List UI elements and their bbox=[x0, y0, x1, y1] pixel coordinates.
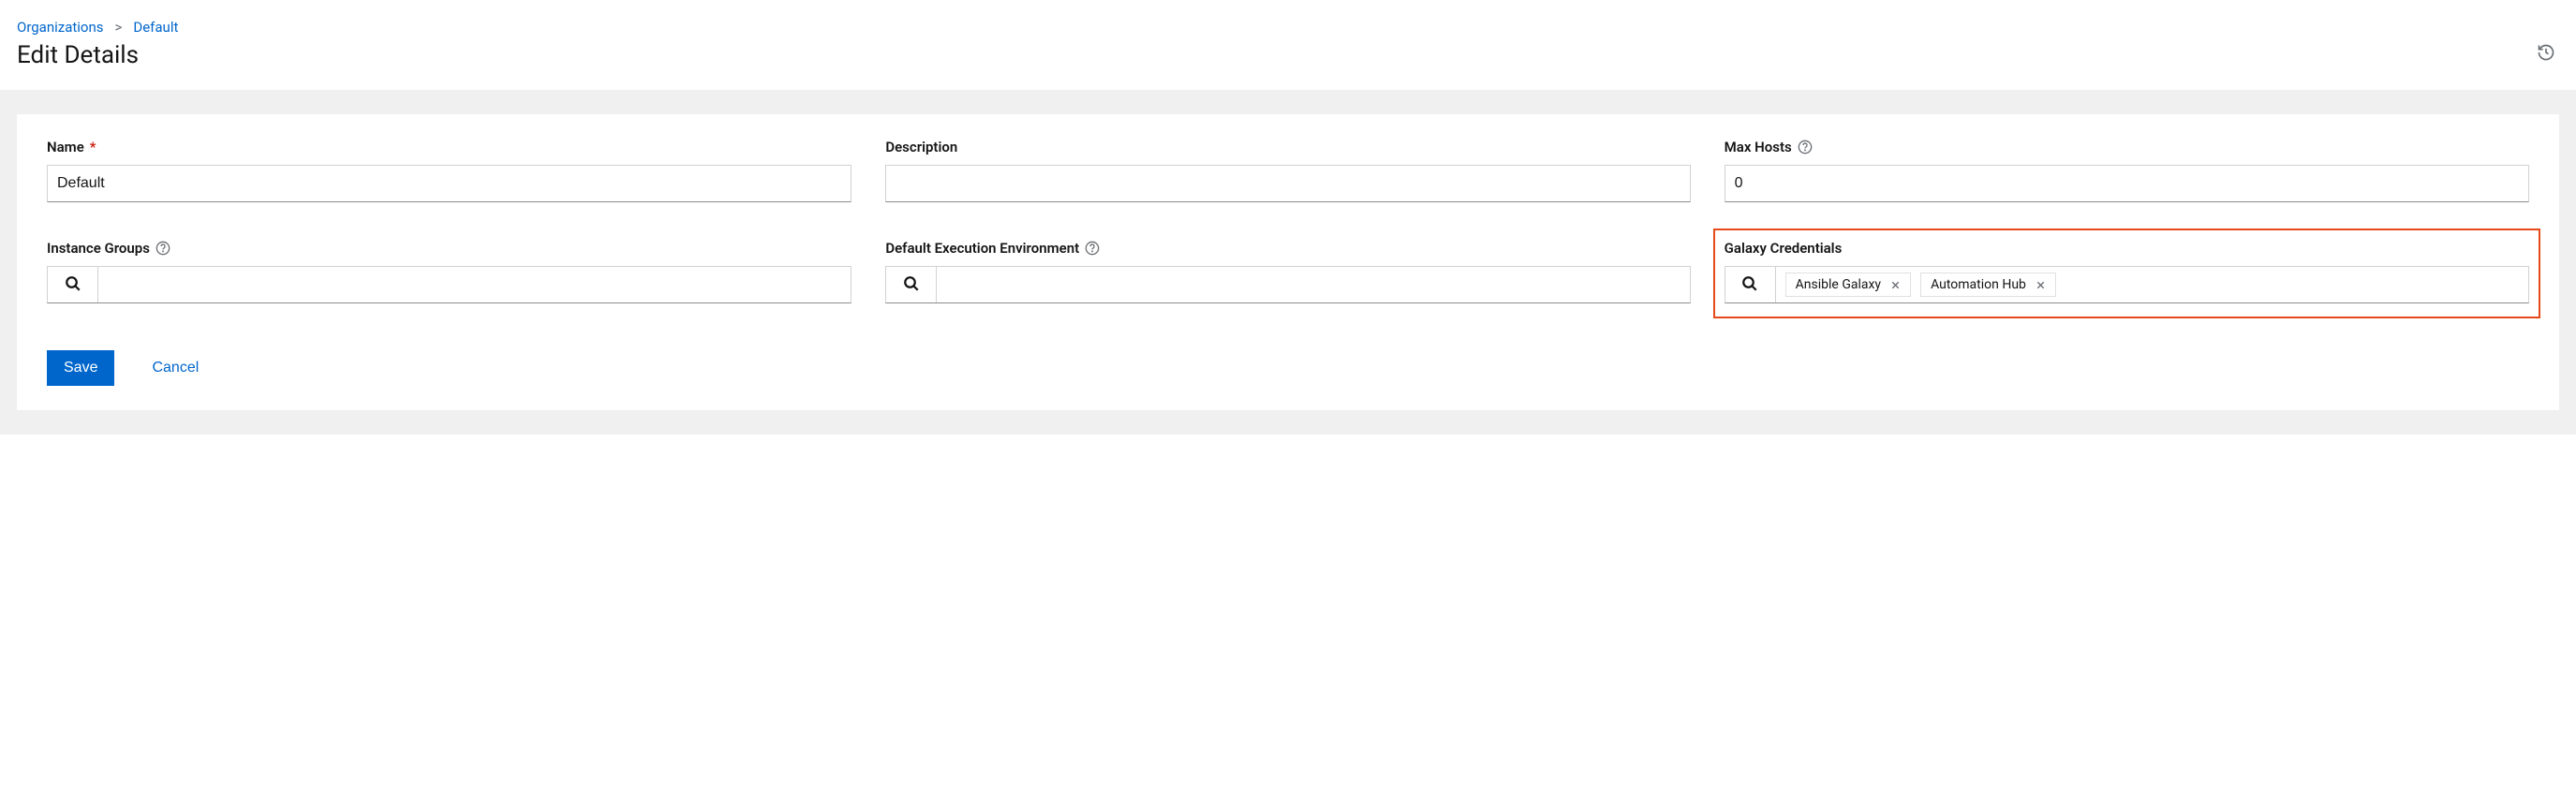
close-icon[interactable] bbox=[1890, 280, 1901, 290]
history-icon[interactable] bbox=[2537, 43, 2555, 66]
description-field-group: Description bbox=[885, 139, 1690, 202]
save-button[interactable]: Save bbox=[47, 350, 114, 386]
instance-groups-field-group: Instance Groups bbox=[47, 240, 851, 303]
help-icon[interactable] bbox=[155, 241, 170, 256]
close-icon[interactable] bbox=[2036, 280, 2046, 290]
name-input[interactable] bbox=[47, 165, 851, 202]
chip-label: Automation Hub bbox=[1931, 277, 2026, 292]
breadcrumb-default-link[interactable]: Default bbox=[133, 19, 178, 36]
required-asterisk: * bbox=[90, 139, 96, 155]
galaxy-credentials-field-group: Galaxy Credentials Ansible Galaxy bbox=[1725, 240, 2529, 303]
chip-label: Ansible Galaxy bbox=[1796, 277, 1881, 292]
search-icon bbox=[65, 275, 81, 295]
default-exec-env-lookup-area[interactable] bbox=[937, 267, 1689, 302]
credential-chip: Automation Hub bbox=[1920, 273, 2056, 297]
page-title: Edit Details bbox=[17, 41, 2559, 69]
form-actions: Save Cancel bbox=[47, 350, 2529, 386]
edit-form-card: Name * Description Max Hosts bbox=[17, 114, 2559, 410]
instance-groups-label: Instance Groups bbox=[47, 240, 851, 257]
galaxy-credentials-lookup-area[interactable]: Ansible Galaxy Automation Hub bbox=[1776, 267, 2528, 302]
description-input[interactable] bbox=[885, 165, 1690, 202]
default-exec-env-lookup-button[interactable] bbox=[886, 267, 937, 302]
breadcrumb: Organizations > Default bbox=[17, 19, 2559, 36]
default-exec-env-label: Default Execution Environment bbox=[885, 240, 1690, 257]
instance-groups-lookup-button[interactable] bbox=[48, 267, 98, 302]
highlight-box: Galaxy Credentials Ansible Galaxy bbox=[1713, 229, 2540, 318]
max-hosts-input[interactable] bbox=[1725, 165, 2529, 202]
galaxy-credentials-lookup-button[interactable] bbox=[1725, 267, 1776, 302]
breadcrumb-organizations-link[interactable]: Organizations bbox=[17, 19, 104, 36]
name-field-group: Name * bbox=[47, 139, 851, 202]
name-label: Name * bbox=[47, 139, 851, 155]
help-icon[interactable] bbox=[1085, 241, 1100, 256]
credential-chip: Ansible Galaxy bbox=[1785, 273, 1911, 297]
max-hosts-field-group: Max Hosts bbox=[1725, 139, 2529, 202]
galaxy-credentials-label: Galaxy Credentials bbox=[1725, 240, 2529, 257]
search-icon bbox=[903, 275, 920, 295]
instance-groups-lookup-area[interactable] bbox=[98, 267, 851, 302]
cancel-button[interactable]: Cancel bbox=[152, 360, 199, 376]
help-icon[interactable] bbox=[1798, 140, 1813, 155]
max-hosts-label: Max Hosts bbox=[1725, 139, 2529, 155]
default-exec-env-field-group: Default Execution Environment bbox=[885, 240, 1690, 303]
chevron-right-icon: > bbox=[115, 19, 123, 36]
description-label: Description bbox=[885, 139, 1690, 155]
search-icon bbox=[1741, 275, 1758, 295]
